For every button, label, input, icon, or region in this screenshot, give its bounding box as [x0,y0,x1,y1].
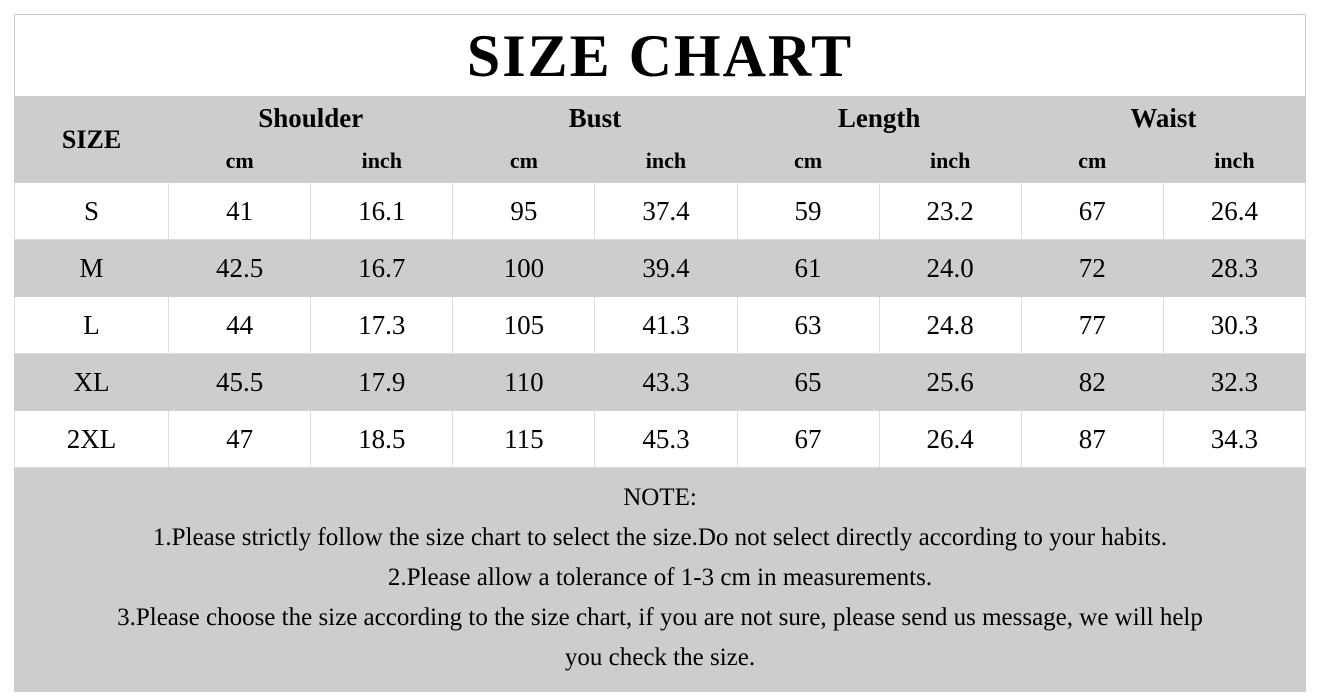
cell-bust-cm: 95 [452,182,596,240]
cell-size: XL [13,353,170,411]
cell-shoulder-cm: 44 [168,296,312,354]
cell-length-inch: 25.6 [878,353,1022,411]
cell-waist-inch: 30.3 [1162,296,1307,354]
title-band: SIZE CHART [14,14,1306,96]
cell-shoulder-inch: 16.7 [310,239,454,297]
table-row: 2XL 47 18.5 115 45.3 67 26.4 87 34.3 [13,410,1307,468]
cell-size: L [13,296,170,354]
table-head: SIZE Shoulder Bust Length Waist cm inch … [13,96,1307,183]
cell-size: 2XL [13,410,170,468]
cell-waist-inch: 34.3 [1162,410,1307,468]
header-group-bust: Bust [452,96,738,140]
cell-waist-cm: 82 [1020,353,1164,411]
header-unit-length-cm: cm [736,139,880,183]
cell-bust-cm: 115 [452,410,596,468]
cell-bust-inch: 45.3 [594,410,738,468]
header-group-shoulder: Shoulder [168,96,454,140]
cell-shoulder-cm: 47 [168,410,312,468]
note-line-2: 2.Please allow a tolerance of 1-3 cm in … [387,564,933,591]
cell-length-cm: 67 [736,410,880,468]
cell-length-cm: 59 [736,182,880,240]
header-group-length: Length [736,96,1022,140]
header-unit-length-inch: inch [878,139,1022,183]
cell-bust-cm: 110 [452,353,596,411]
cell-shoulder-inch: 17.3 [310,296,454,354]
table-row: XL 45.5 17.9 110 43.3 65 25.6 82 32.3 [13,353,1307,411]
cell-waist-cm: 72 [1020,239,1164,297]
cell-length-inch: 24.0 [878,239,1022,297]
cell-length-inch: 23.2 [878,182,1022,240]
note-line-4: you check the size. [564,644,756,671]
cell-length-cm: 61 [736,239,880,297]
cell-bust-inch: 43.3 [594,353,738,411]
header-row-units: cm inch cm inch cm inch cm inch [15,139,1307,183]
note-line-3: 3.Please choose the size according to th… [117,604,1203,631]
table-row: L 44 17.3 105 41.3 63 24.8 77 30.3 [13,296,1307,354]
cell-length-inch: 24.8 [878,296,1022,354]
header-unit-shoulder-inch: inch [310,139,454,183]
table-row: M 42.5 16.7 100 39.4 61 24.0 72 28.3 [13,239,1307,297]
cell-bust-inch: 39.4 [594,239,738,297]
cell-waist-cm: 77 [1020,296,1164,354]
cell-waist-cm: 67 [1020,182,1164,240]
cell-bust-inch: 37.4 [594,182,738,240]
cell-waist-inch: 26.4 [1162,182,1307,240]
cell-waist-inch: 28.3 [1162,239,1307,297]
table-body: S 41 16.1 95 37.4 59 23.2 67 26.4 M 42.5… [13,182,1307,468]
cell-bust-cm: 100 [452,239,596,297]
header-size: SIZE [13,96,170,183]
cell-shoulder-inch: 17.9 [310,353,454,411]
table-row: S 41 16.1 95 37.4 59 23.2 67 26.4 [13,182,1307,240]
cell-waist-inch: 32.3 [1162,353,1307,411]
cell-shoulder-inch: 16.1 [310,182,454,240]
cell-shoulder-cm: 41 [168,182,312,240]
cell-length-cm: 63 [736,296,880,354]
cell-length-cm: 65 [736,353,880,411]
header-unit-waist-inch: inch [1162,139,1307,183]
cell-shoulder-inch: 18.5 [310,410,454,468]
page-title: SIZE CHART [466,22,854,89]
header-unit-waist-cm: cm [1020,139,1164,183]
size-chart-table: SIZE Shoulder Bust Length Waist cm inch … [13,96,1307,468]
header-group-waist: Waist [1020,96,1307,140]
cell-size: S [13,182,170,240]
cell-waist-cm: 87 [1020,410,1164,468]
note-line-1: 1.Please strictly follow the size chart … [152,524,1168,551]
cell-shoulder-cm: 42.5 [168,239,312,297]
note-heading: NOTE: [623,484,697,511]
cell-shoulder-cm: 45.5 [168,353,312,411]
cell-length-inch: 26.4 [878,410,1022,468]
cell-bust-inch: 41.3 [594,296,738,354]
header-unit-bust-cm: cm [452,139,596,183]
cell-size: M [13,239,170,297]
header-unit-shoulder-cm: cm [168,139,312,183]
header-row-groups: SIZE Shoulder Bust Length Waist [13,96,1307,183]
header-unit-bust-inch: inch [594,139,738,183]
cell-bust-cm: 105 [452,296,596,354]
size-chart-container: SIZE CHART SIZE Shoulder Bust Length Wai… [13,14,1307,692]
note-section: NOTE: 1.Please strictly follow the size … [14,468,1306,692]
